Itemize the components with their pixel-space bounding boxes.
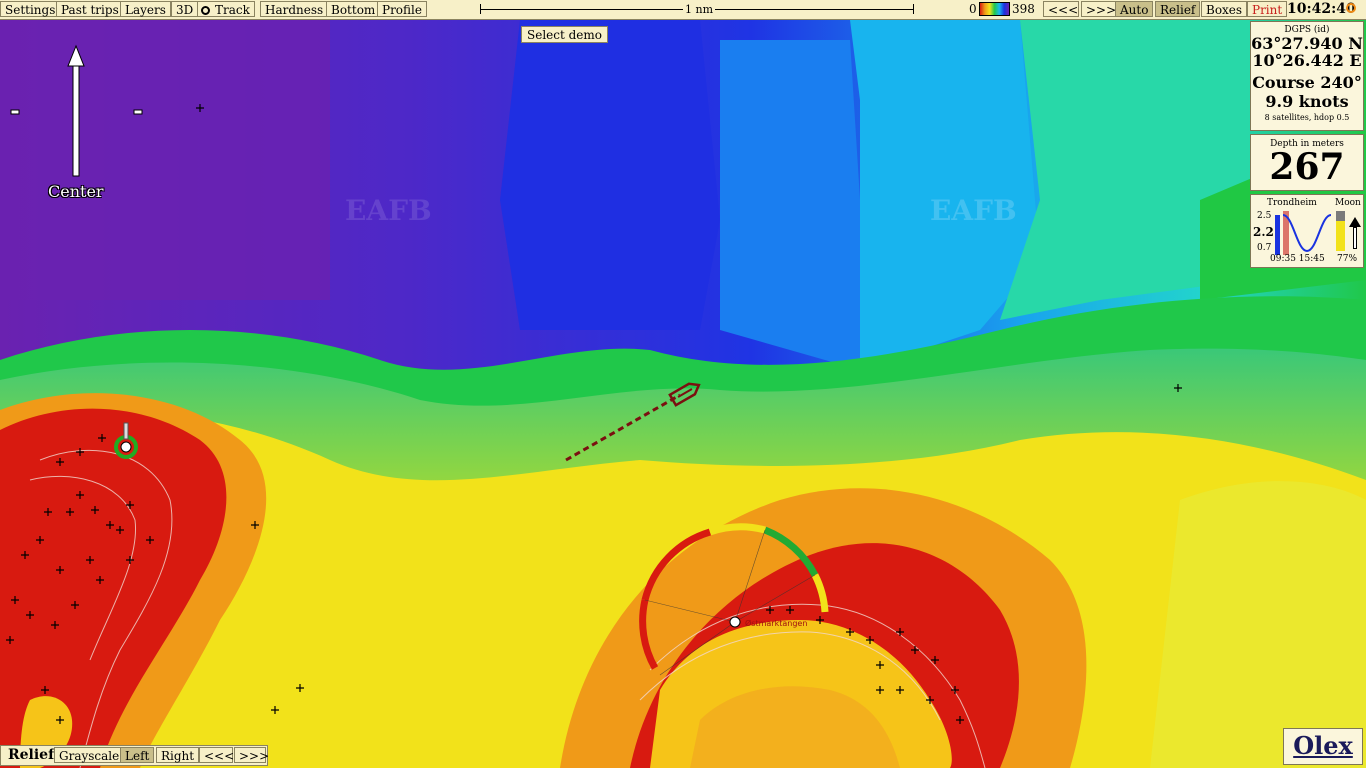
moon-arrow-icon xyxy=(1349,217,1361,227)
right-button[interactable]: Right xyxy=(156,747,200,763)
gps-panel: DGPS (id) 63°27.940 N 10°26.442 E Course… xyxy=(1250,21,1364,131)
3d-button[interactable]: 3D xyxy=(171,1,199,17)
grayscale-button[interactable]: Grayscale xyxy=(54,747,125,763)
tide-low: 0.7 xyxy=(1257,243,1272,253)
place-label: Østmarktangen xyxy=(745,618,807,628)
moon-label: Moon xyxy=(1335,198,1361,208)
gps-course: Course 240° xyxy=(1252,73,1362,92)
auto-button[interactable]: Auto xyxy=(1115,1,1154,17)
prev-button[interactable]: <<< xyxy=(1043,1,1079,17)
depth-min-label: 0 xyxy=(969,2,977,16)
depth-panel: Depth in meters 267 xyxy=(1250,134,1364,191)
depth-max-label: 398 xyxy=(1012,2,1035,16)
profile-button[interactable]: Profile xyxy=(377,1,427,17)
left-button[interactable]: Left xyxy=(120,747,155,763)
marker-left xyxy=(10,109,20,115)
watermark: EAFB xyxy=(345,194,432,227)
tide-place: Trondheim xyxy=(1267,198,1317,208)
bottom-button[interactable]: Bottom xyxy=(326,1,381,17)
bottom-next-button[interactable]: >>> xyxy=(234,747,269,763)
scale-bar-tick-left xyxy=(480,4,481,14)
target-icon xyxy=(201,6,210,15)
sun-icon xyxy=(1346,3,1356,13)
bathymetry-map[interactable]: Østmarktangen EAFB EAFB xyxy=(0,0,1366,768)
relief-mode-label: Relief xyxy=(8,747,55,763)
tide-curve xyxy=(1283,211,1332,255)
track-button[interactable]: Track xyxy=(197,1,255,17)
tide-high: 2.5 xyxy=(1257,211,1272,221)
moon-percent: 77% xyxy=(1337,254,1358,264)
tide-current: 2.2 xyxy=(1253,225,1274,239)
gps-latitude: 63°27.940 N xyxy=(1251,34,1363,53)
gps-longitude: 10°26.442 E xyxy=(1252,51,1362,70)
depth-value: 267 xyxy=(1269,146,1345,188)
layers-button[interactable]: Layers xyxy=(120,1,171,17)
print-button[interactable]: Print xyxy=(1247,1,1288,17)
marker-right xyxy=(133,109,143,115)
center-button[interactable]: Center xyxy=(48,182,104,201)
lighthouse-marker xyxy=(729,616,741,628)
gps-satellites: 8 satellites, hdop 0.5 xyxy=(1264,113,1350,122)
olex-logo: Olex xyxy=(1283,728,1363,765)
scale-bar-tick-right xyxy=(913,4,914,14)
depth-color-legend xyxy=(979,2,1010,16)
relief-button[interactable]: Relief xyxy=(1155,1,1201,17)
tide-times: 09:35 15:45 xyxy=(1270,254,1325,264)
gps-speed: 9.9 knots xyxy=(1265,92,1349,111)
bottom-prev-button[interactable]: <<< xyxy=(199,747,234,763)
watermark: EAFB xyxy=(930,194,1017,227)
tide-level-bar xyxy=(1275,215,1280,255)
next-button[interactable]: >>> xyxy=(1081,1,1117,17)
select-demo-button[interactable]: Select demo xyxy=(521,26,609,43)
past-trips-button[interactable]: Past trips xyxy=(56,1,124,17)
hardness-button[interactable]: Hardness xyxy=(260,1,329,17)
settings-button[interactable]: Settings xyxy=(0,1,61,17)
boxes-button[interactable]: Boxes xyxy=(1201,1,1248,17)
tide-panel: Trondheim Moon 2.5 2.2 0.7 09:35 15:45 7… xyxy=(1250,194,1364,268)
scale-label: 1 nm xyxy=(683,3,716,16)
moon-arrow-shaft xyxy=(1353,227,1357,249)
moon-bar xyxy=(1336,211,1345,251)
